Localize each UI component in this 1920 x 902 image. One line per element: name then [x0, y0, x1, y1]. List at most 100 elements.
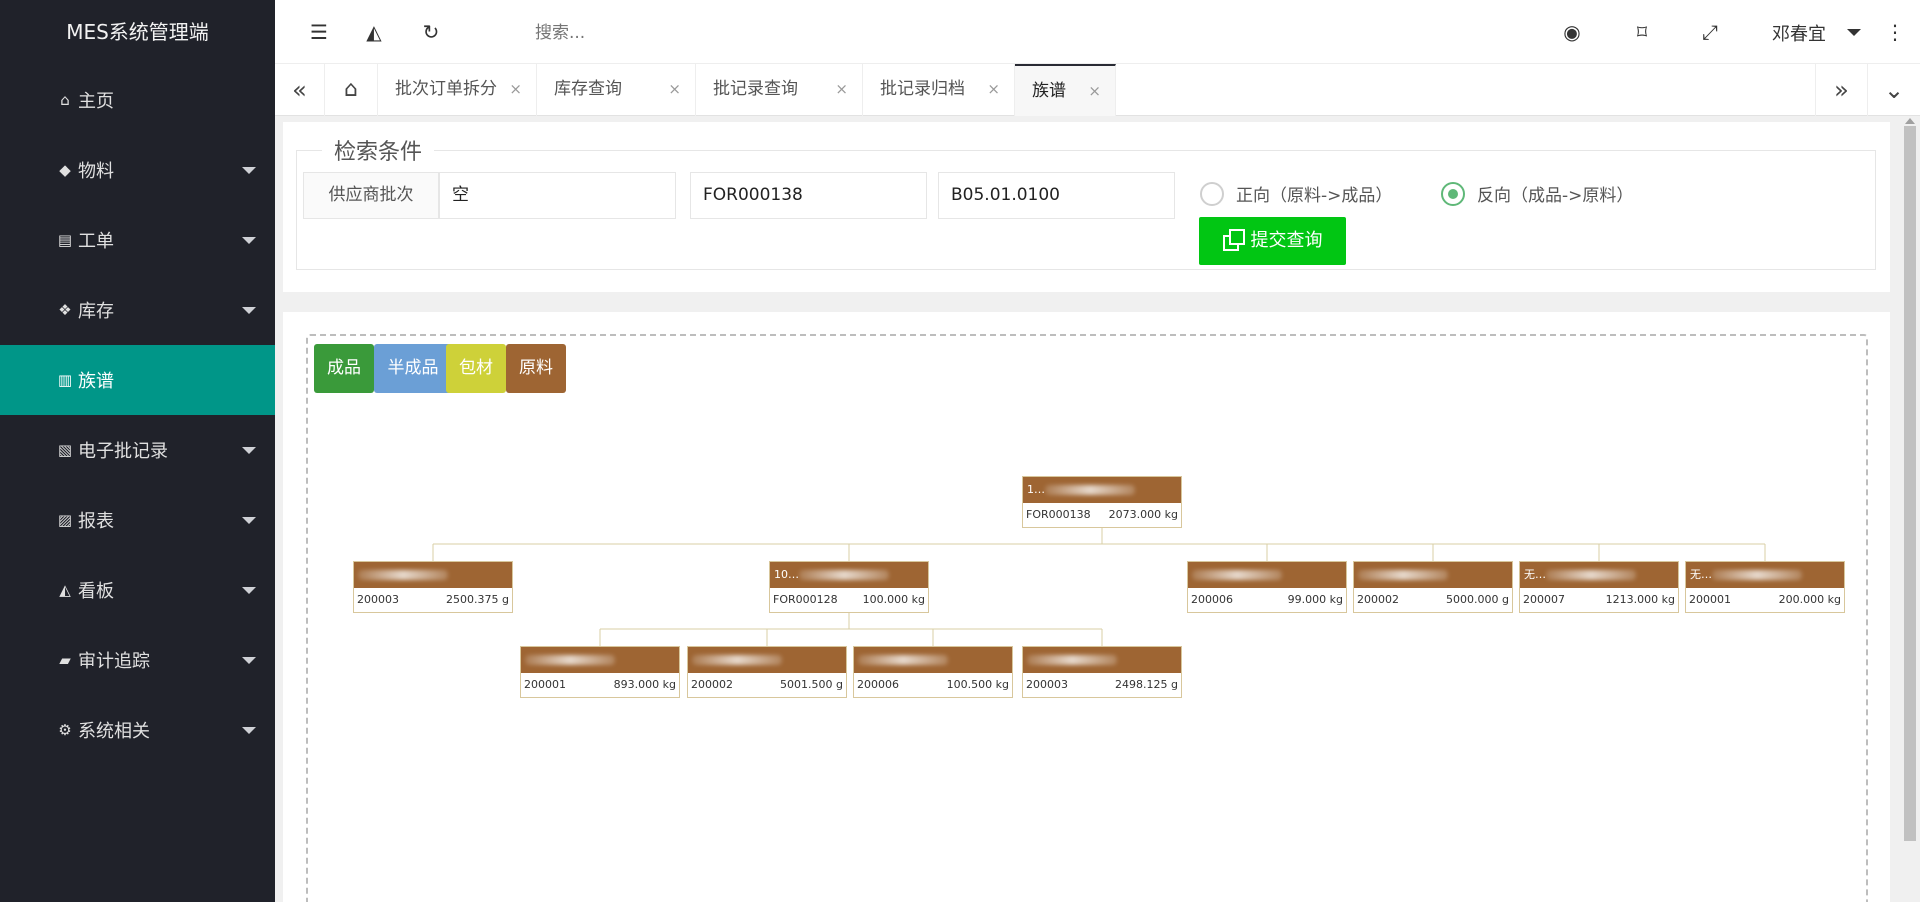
tab-2[interactable]: 批记录查询 ×: [696, 64, 863, 116]
caret-down-icon: [242, 237, 256, 244]
tab-bar: « ⌂ 批次订单拆分 × 库存查询 × 批记录查询 × 批记录归档 × 族谱 × » ⌄: [275, 64, 1920, 116]
user-menu[interactable]: 邓春宜: [1772, 20, 1826, 46]
sidebar-item-7[interactable]: ◭ 看板: [0, 555, 275, 625]
tab-1[interactable]: 库存查询 ×: [537, 64, 696, 116]
tree-node[interactable]: 10… FOR000128 100.000 kg: [769, 561, 929, 613]
sidebar-item-0[interactable]: ⌂ 主页: [0, 65, 275, 135]
cubes-icon: ❖: [58, 301, 72, 319]
batch-number-input[interactable]: B05.01.0100: [938, 172, 1175, 219]
supplier-batch-input[interactable]: 空: [439, 172, 676, 219]
tree-node[interactable]: 200006 100.500 kg: [853, 646, 1013, 698]
tree-node[interactable]: 200006 99.000 kg: [1187, 561, 1347, 613]
scroll-up-icon[interactable]: [1905, 118, 1915, 124]
sidebar-item-5[interactable]: ▧ 电子批记录: [0, 415, 275, 485]
sidebar-item-2[interactable]: ▤ 工单: [0, 205, 275, 275]
tab-4[interactable]: 族谱 ×: [1015, 64, 1116, 116]
tree-node[interactable]: 200002 5000.000 g: [1353, 561, 1513, 613]
theme-palette-icon[interactable]: ◉: [1560, 20, 1584, 44]
tree-node-row: FOR000138 2073.000 kg: [1023, 503, 1181, 527]
tree-node[interactable]: 200003 2500.375 g: [353, 561, 513, 613]
radio-reverse-circle[interactable]: [1441, 181, 1465, 206]
close-icon[interactable]: ×: [509, 64, 522, 114]
caret-down-icon: [242, 167, 256, 174]
sidebar-item-9[interactable]: ⚙ 系统相关: [0, 695, 275, 765]
tab-0[interactable]: 批次订单拆分 ×: [378, 64, 537, 116]
tab-scroll-right-icon[interactable]: »: [1815, 64, 1867, 116]
area-chart-icon[interactable]: ◭: [362, 20, 386, 44]
book-icon: ▰: [59, 651, 71, 669]
tree-node[interactable]: 200002 5001.500 g: [687, 646, 847, 698]
sidebar: MES系统管理端 ⌂ 主页 ◆ 物料 ▤ 工单 ❖ 库存 ▥ 族谱 ▧ 电子批记录 ▨ 报表 ◭ 看板 ▰ 审计追…: [0, 0, 275, 902]
tree-node-qty: 2500.375 g: [446, 593, 509, 606]
caret-down-icon: [242, 657, 256, 664]
sidebar-item-3[interactable]: ❖ 库存: [0, 275, 275, 345]
tag-icon[interactable]: ⌑: [1630, 20, 1654, 44]
tree-node-row: 200006 99.000 kg: [1188, 588, 1346, 612]
redacted-text: [1192, 570, 1282, 580]
radio-reverse-label: 反向（成品->原料）: [1477, 186, 1634, 206]
tab-label: 批记录查询: [713, 79, 798, 99]
search-legend: 检索条件: [322, 134, 435, 166]
tree-node-code: 200002: [691, 678, 733, 691]
close-icon[interactable]: ×: [987, 64, 1000, 114]
more-vertical-icon[interactable]: ⋮: [1883, 20, 1907, 44]
tree-node-row: 200001 200.000 kg: [1686, 588, 1844, 612]
sidebar-item-label: 库存: [78, 301, 114, 322]
sidebar-menu: ⌂ 主页 ◆ 物料 ▤ 工单 ❖ 库存 ▥ 族谱 ▧ 电子批记录 ▨ 报表 ◭ 看板 ▰ 审计追踪 ⚙ 系统相关: [0, 65, 275, 765]
tab-3[interactable]: 批记录归档 ×: [863, 64, 1015, 116]
close-icon[interactable]: ×: [835, 64, 848, 114]
sidebar-item-6[interactable]: ▨ 报表: [0, 485, 275, 555]
tree-node[interactable]: 200001 893.000 kg: [520, 646, 680, 698]
sidebar-item-4[interactable]: ▥ 族谱: [0, 345, 275, 415]
tab-dropdown-icon[interactable]: ⌄: [1867, 64, 1920, 116]
tree-node[interactable]: 无… 200007 1213.000 kg: [1519, 561, 1679, 613]
tree-node-header: [1354, 562, 1512, 588]
submit-query-button[interactable]: 提交查询: [1199, 217, 1346, 265]
tree-node-qty: 100.000 kg: [862, 593, 925, 606]
tree-node-code: FOR000138: [1026, 508, 1091, 521]
tab-label: 批记录归档: [880, 79, 965, 99]
tree-node-header: 1…: [1023, 477, 1181, 503]
radio-forward[interactable]: 正向（原料->成品）: [1200, 181, 1392, 206]
tree-node-qty: 5000.000 g: [1446, 593, 1509, 606]
sidebar-item-1[interactable]: ◆ 物料: [0, 135, 275, 205]
menu-toggle-icon[interactable]: ☰: [307, 20, 331, 44]
tree-node[interactable]: 1… FOR000138 2073.000 kg: [1022, 476, 1182, 528]
tree-node-code: 200002: [1357, 593, 1399, 606]
tab-label: 族谱: [1032, 81, 1066, 101]
sidebar-item-8[interactable]: ▰ 审计追踪: [0, 625, 275, 695]
tree-node-row: 200003 2498.125 g: [1023, 673, 1181, 697]
tree-node-qty: 100.500 kg: [946, 678, 1009, 691]
page-scrollbar[interactable]: [1900, 116, 1920, 902]
scroll-thumb[interactable]: [1904, 126, 1916, 841]
fullscreen-icon[interactable]: ⤢: [1698, 20, 1722, 44]
radio-forward-circle[interactable]: [1200, 181, 1224, 206]
tree-node-code: 200007: [1523, 593, 1565, 606]
close-icon[interactable]: ×: [668, 64, 681, 114]
tree-node-header: 10…: [770, 562, 928, 588]
radio-forward-label: 正向（原料->成品）: [1236, 186, 1393, 206]
material-code-input[interactable]: FOR000138: [690, 172, 927, 219]
tree-node[interactable]: 200003 2498.125 g: [1022, 646, 1182, 698]
refresh-icon[interactable]: ↻: [419, 20, 443, 44]
tree-node-header: [1023, 647, 1181, 673]
tree-node[interactable]: 无… 200001 200.000 kg: [1685, 561, 1845, 613]
redacted-text: [799, 570, 889, 580]
tree-node-qty: 2073.000 kg: [1108, 508, 1178, 521]
chevron-down-icon[interactable]: [1847, 29, 1861, 36]
tab-home-icon[interactable]: ⌂: [325, 64, 378, 116]
clone-icon: [1222, 229, 1245, 251]
redacted-text: [1358, 570, 1448, 580]
close-icon[interactable]: ×: [1088, 66, 1101, 116]
tree-node-code: 200001: [1689, 593, 1731, 606]
tree-node-header: 无…: [1520, 562, 1678, 588]
file-archive-icon: ▥: [57, 371, 73, 389]
search-input[interactable]: [535, 18, 835, 48]
file-excel-icon: ▨: [57, 511, 73, 529]
tree-connectors: [432, 528, 1766, 646]
sidebar-item-label: 电子批记录: [78, 441, 168, 462]
radio-reverse[interactable]: 反向（成品->原料）: [1441, 181, 1633, 206]
tab-scroll-left-icon[interactable]: «: [275, 64, 325, 116]
search-panel: 检索条件 供应商批次 空 FOR000138 B05.01.0100 正向（原料…: [283, 122, 1890, 292]
genealogy-panel: 成品 半成品 包材 原料 1… FOR000138 2073.000 kg 200003 25…: [283, 312, 1890, 902]
